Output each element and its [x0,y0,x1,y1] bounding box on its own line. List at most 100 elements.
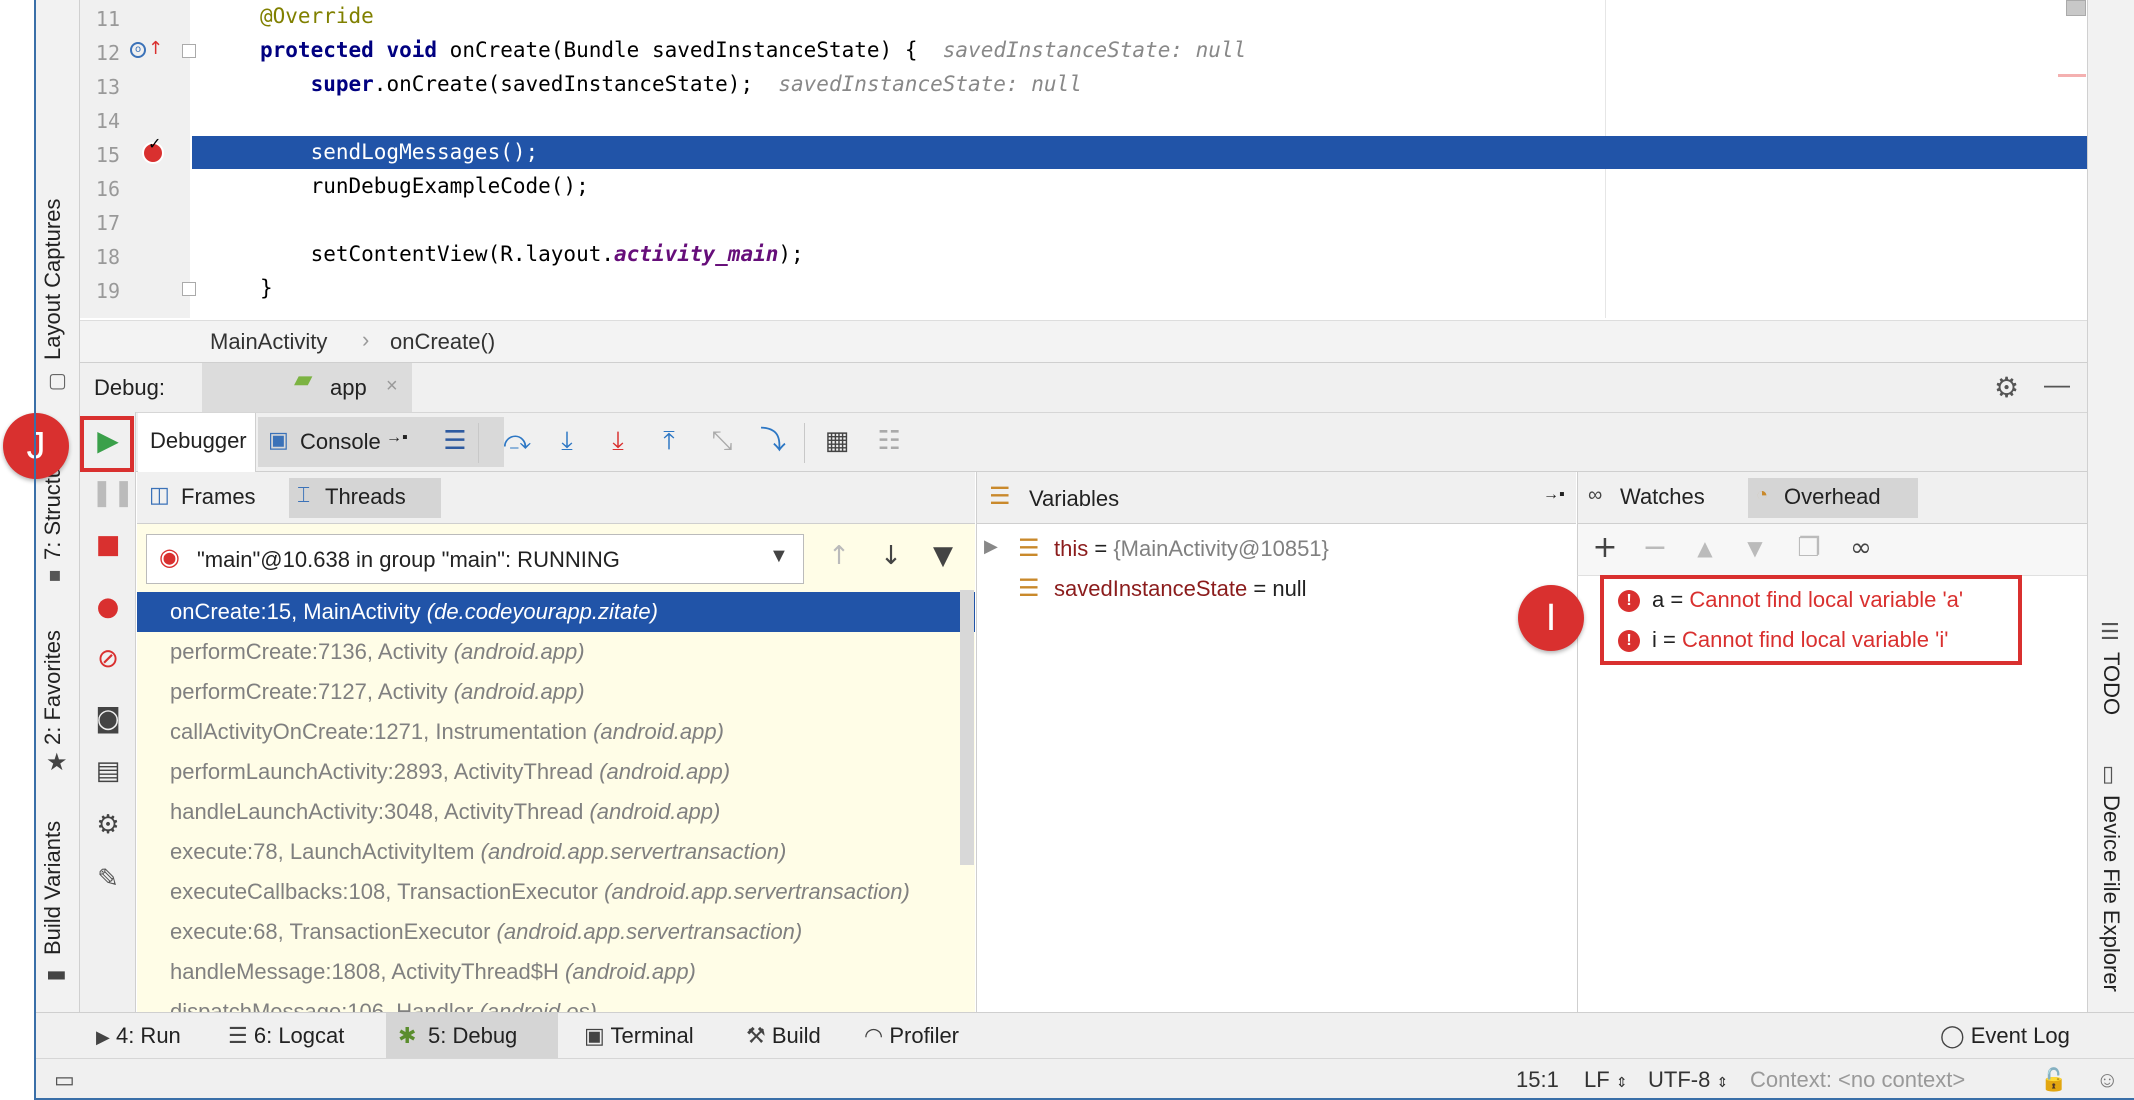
layout-captures-tab[interactable]: Layout Captures [40,199,66,360]
step-out-icon[interactable]: ⤒ [652,426,686,460]
thread-selector[interactable]: ◉ "main"@10.638 in group "main": RUNNING… [146,534,804,584]
pause-icon[interactable]: ❚❚ [91,478,135,512]
breadcrumb-method[interactable]: onCreate() [390,329,495,355]
settings-icon[interactable]: ⚙ [91,810,125,844]
layout-icon[interactable]: ▤ [91,756,125,790]
drop-frame-icon[interactable]: ⤡ [705,426,739,460]
variable-row[interactable]: savedInstanceState = null [1054,576,1307,602]
updown-icon: ⇕ [1615,1074,1628,1090]
todo-tab[interactable]: TODO [2098,652,2124,715]
line-number: 17 [95,211,120,235]
previous-frame-icon[interactable]: ↑ [822,541,856,575]
breadcrumb-class[interactable]: MainActivity [210,329,327,355]
tab-threads[interactable]: ⌶ Threads [289,478,441,518]
tab-build[interactable]: ⚒ Build [746,1013,821,1059]
variable-row[interactable]: this = {MainActivity@10851} [1054,536,1329,562]
frame-row[interactable]: performLaunchActivity:2893, ActivityThre… [137,752,975,792]
frame-package: (de.codeyourapp.zitate) [426,599,658,624]
file-encoding[interactable]: UTF-8 ⇕ [1648,1059,1728,1100]
inspector-icon[interactable]: ☺ [2096,1059,2118,1100]
tab-frames[interactable]: ◫ Frames [145,478,285,518]
pin-icon[interactable]: ✎ [91,864,125,898]
tab-terminal[interactable]: ▣ Terminal [584,1013,694,1059]
pin-tab-icon[interactable]: →▪ [386,429,408,447]
tab-logcat[interactable]: ☰ 6: Logcat [228,1013,344,1059]
lock-icon[interactable]: 🔓 [2040,1059,2067,1100]
stop-icon[interactable]: ■ [91,530,125,564]
step-over-icon[interactable]: ⤼ [500,426,534,460]
filter-icon[interactable]: ▼ [926,541,960,575]
fold-icon[interactable] [182,44,196,58]
tab-debugger-label: Debugger [150,428,247,453]
move-up-icon[interactable]: ▲ [1688,533,1722,567]
frames-scrollbar[interactable] [960,590,974,865]
evaluate-expression-icon[interactable]: ▦ [820,426,854,460]
tab-debug[interactable]: ✱ 5: Debug [386,1013,558,1059]
tab-profiler[interactable]: ◠ Profiler [864,1013,959,1059]
frame-row[interactable]: execute:78, LaunchActivityItem (android.… [137,832,975,872]
event-log-icon: ◯ [1940,1023,1965,1048]
frame-row[interactable]: handleMessage:1808, ActivityThread$H (an… [137,952,975,992]
frame-package: (android.app.servertransaction) [604,879,910,904]
frame-row[interactable]: performCreate:7136, Activity (android.ap… [137,632,975,672]
run-to-cursor-icon[interactable]: ⤵ [756,426,790,460]
frame-row[interactable]: execute:68, TransactionExecutor (android… [137,912,975,952]
tab-run[interactable]: ▶ 4: Run [96,1013,181,1059]
duplicate-icon[interactable]: ❐ [1792,533,1826,567]
build-variants-tab[interactable]: Build Variants [40,821,66,955]
frame-package: (android.os) [479,999,597,1012]
line-separator[interactable]: LF ⇕ [1584,1059,1628,1100]
favorites-tab[interactable]: 2: Favorites [40,630,66,745]
view-breakpoints-icon[interactable]: ● [91,592,125,626]
tab-overhead[interactable]: ◔ Overhead [1748,478,1918,518]
tab-event-log[interactable]: ◯ Event Log [1940,1013,2070,1059]
close-icon[interactable]: × [386,375,398,398]
frame-method: performCreate:7127, Activity [170,679,454,704]
frame-row[interactable]: performCreate:7127, Activity (android.ap… [137,672,975,712]
todo-icon: ☰ [2100,620,2120,645]
code-token: super [310,72,374,96]
code-token: void [386,38,438,62]
code-token: activity_main [614,242,779,266]
tab-watches[interactable]: ∞ Watches [1584,478,1744,518]
frame-package: (android.app) [589,799,721,824]
frame-method: execute:68, TransactionExecutor [170,919,497,944]
variable-value: null [1272,576,1307,601]
remove-watch-icon[interactable]: − [1638,533,1672,567]
variables-icon: ☰ [989,483,1011,510]
frame-row[interactable]: handleLaunchActivity:3048, ActivityThrea… [137,792,975,832]
move-down-icon[interactable]: ▼ [1738,533,1772,567]
frame-row[interactable]: dispatchMessage:106, Handler (android.os… [137,992,975,1012]
breadcrumb: MainActivity › onCreate() [80,320,2087,362]
code-token: .onCreate(savedInstanceState); [373,72,779,96]
editor-scrollbar[interactable] [2066,0,2086,16]
minimize-icon[interactable]: — [2044,369,2070,400]
variable-value: {MainActivity@10851} [1113,536,1329,561]
tab-overhead-label: Overhead [1784,484,1881,509]
add-watch-icon[interactable]: + [1588,533,1622,567]
breadcrumb-separator: › [362,327,370,352]
frame-row[interactable]: onCreate:15, MainActivity (de.codeyourap… [137,592,975,632]
frame-package: (android.app) [599,759,731,784]
toggle-tool-windows-icon[interactable]: ▭ [54,1059,75,1100]
console-icon: ▣ [268,427,289,452]
show-watches-icon[interactable]: ∞ [1844,533,1878,567]
camera-icon[interactable]: ◙ [91,704,125,738]
override-gutter-icon[interactable]: o [130,42,146,58]
trace-icon[interactable]: ☷ [872,426,906,460]
step-into-icon[interactable]: ⤓ [550,426,584,460]
session-tab[interactable]: ▰ app × [202,363,412,412]
force-step-into-icon[interactable]: ⤓ [601,426,635,460]
frame-row[interactable]: executeCallbacks:108, TransactionExecuto… [137,872,975,912]
device-file-explorer-tab[interactable]: Device File Explorer [2098,795,2124,992]
show-execution-point-icon[interactable]: ☰ [438,426,472,460]
frame-row[interactable]: callActivityOnCreate:1271, Instrumentati… [137,712,975,752]
expand-triangle-icon[interactable]: ▶ [984,536,998,557]
tab-debugger[interactable]: Debugger [138,413,256,472]
fold-end-icon[interactable] [182,282,196,296]
mute-breakpoints-icon[interactable]: ⊘ [91,644,125,678]
gear-icon[interactable]: ⚙ [1994,371,2019,404]
next-frame-icon[interactable]: ↓ [874,541,908,575]
caret-position[interactable]: 15:1 [1516,1059,1559,1100]
pin-variables-icon[interactable]: →▪ [1543,486,1565,504]
